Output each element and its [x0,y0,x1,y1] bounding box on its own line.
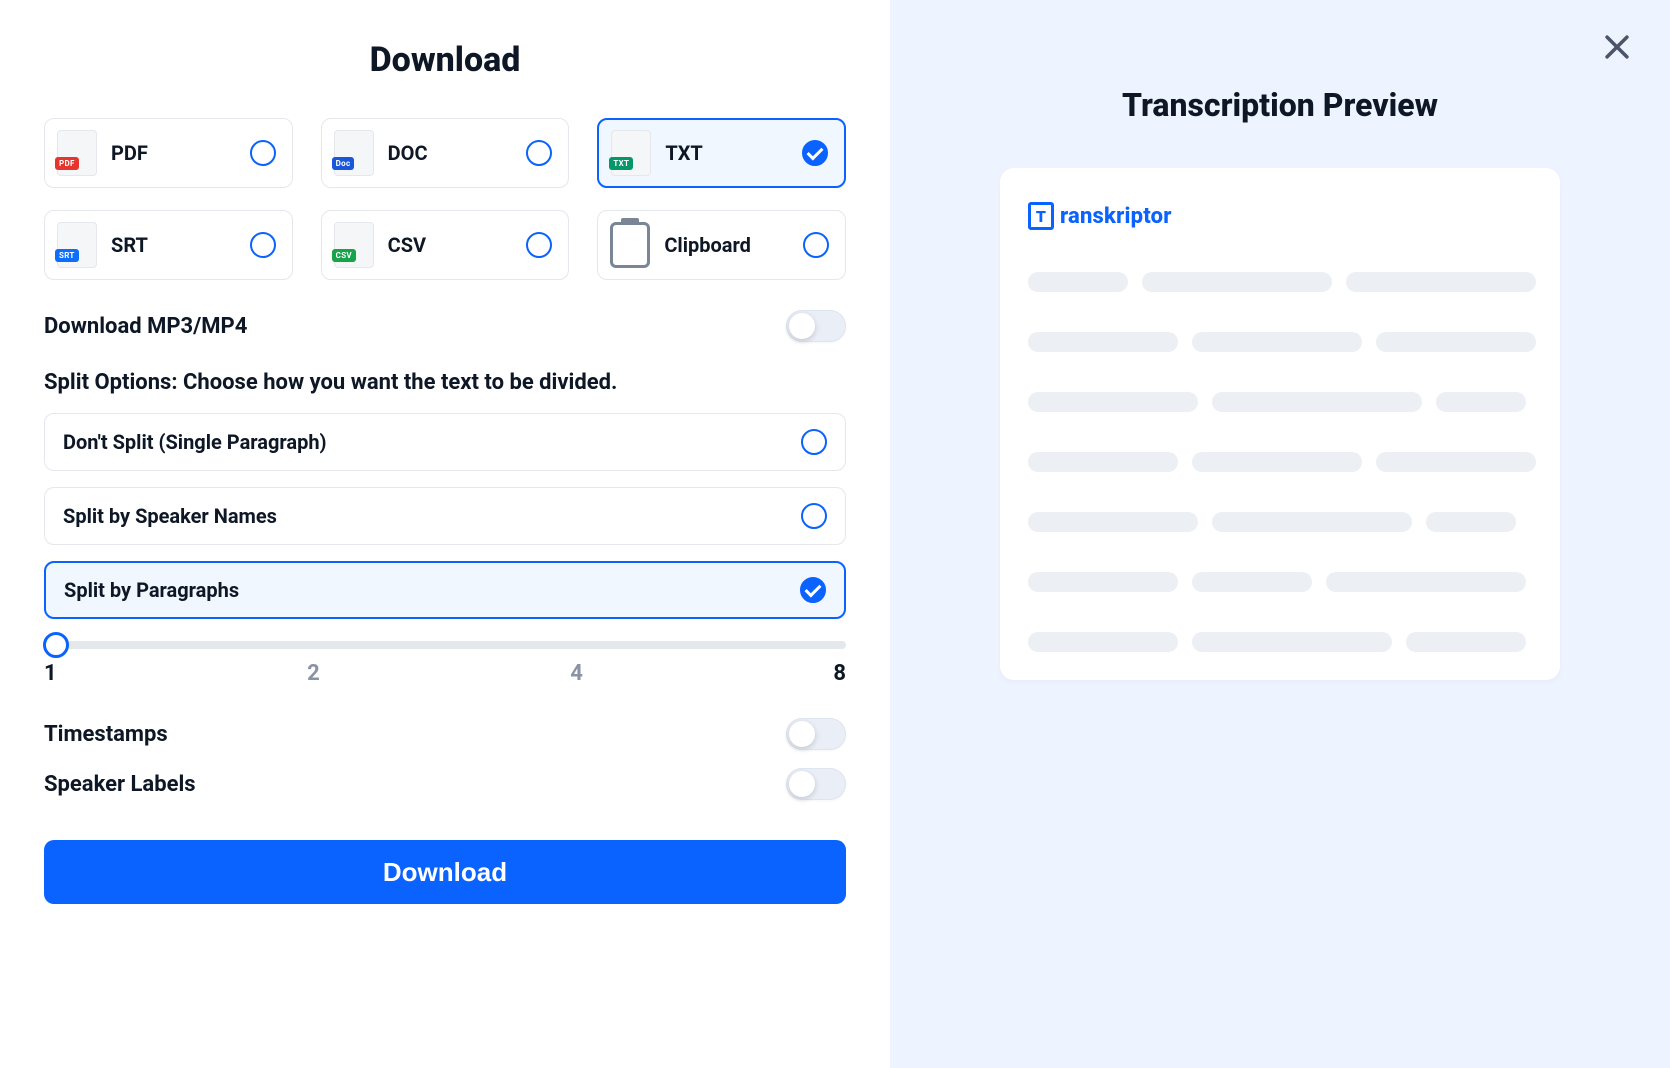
transkriptor-logo: T ranskriptor [1028,202,1532,230]
radio-indicator [800,577,826,603]
format-label: DOC [388,141,527,165]
format-grid: PDF PDF Doc DOC TXT TXT SRT SRT [44,118,846,280]
doc-file-icon: Doc [334,130,374,176]
split-option-dont-split[interactable]: Don't Split (Single Paragraph) [44,413,846,471]
split-option-label: Don't Split (Single Paragraph) [63,430,327,454]
slider-tick: 4 [570,661,583,686]
srt-file-icon: SRT [57,222,97,268]
timestamps-toggle[interactable] [786,718,846,750]
radio-indicator [803,232,829,258]
format-label: Clipboard [664,233,803,257]
mp3-toggle-label: Download MP3/MP4 [44,314,247,339]
preview-title: Transcription Preview [1122,86,1438,124]
format-label: PDF [111,141,250,165]
brand-text: ranskriptor [1060,204,1172,229]
slider-tick: 2 [307,661,320,686]
format-option-doc[interactable]: Doc DOC [321,118,570,188]
format-option-pdf[interactable]: PDF PDF [44,118,293,188]
clipboard-icon [610,222,650,268]
format-option-srt[interactable]: SRT SRT [44,210,293,280]
paragraph-slider: 1 2 4 8 [44,641,846,686]
format-label: SRT [111,233,250,257]
split-option-by-speaker[interactable]: Split by Speaker Names [44,487,846,545]
radio-indicator [250,232,276,258]
slider-thumb[interactable] [43,632,69,658]
split-option-label: Split by Speaker Names [63,504,277,528]
slider-ticks: 1 2 4 8 [44,661,846,686]
mp3-toggle[interactable] [786,310,846,342]
format-option-txt[interactable]: TXT TXT [597,118,846,188]
split-option-by-paragraphs[interactable]: Split by Paragraphs [44,561,846,619]
logo-icon: T [1028,202,1054,230]
close-icon[interactable] [1600,30,1634,64]
preview-panel: Transcription Preview T ranskriptor [890,0,1670,1068]
csv-file-icon: CSV [334,222,374,268]
radio-indicator [250,140,276,166]
speakerlabels-toggle-row: Speaker Labels [44,768,846,800]
radio-indicator [801,503,827,529]
split-options-label: Split Options: Choose how you want the t… [44,370,846,395]
mp3-toggle-row: Download MP3/MP4 [44,310,846,342]
timestamps-label: Timestamps [44,722,168,747]
format-label: CSV [388,233,527,257]
radio-indicator [526,232,552,258]
slider-tick: 8 [833,661,846,686]
slider-tick: 1 [44,661,57,686]
radio-indicator [801,429,827,455]
speakerlabels-toggle[interactable] [786,768,846,800]
split-option-label: Split by Paragraphs [64,578,239,602]
format-label: TXT [665,141,802,165]
download-button[interactable]: Download [44,840,846,904]
download-title: Download [44,40,846,80]
download-panel: Download PDF PDF Doc DOC TXT TXT [0,0,890,1068]
pdf-file-icon: PDF [57,130,97,176]
preview-card: T ranskriptor [1000,168,1560,680]
format-option-csv[interactable]: CSV CSV [321,210,570,280]
slider-track[interactable] [44,641,846,649]
txt-file-icon: TXT [611,130,651,176]
format-option-clipboard[interactable]: Clipboard [597,210,846,280]
speakerlabels-label: Speaker Labels [44,772,196,797]
preview-skeleton [1028,272,1532,652]
timestamps-toggle-row: Timestamps [44,718,846,750]
radio-indicator [802,140,828,166]
radio-indicator [526,140,552,166]
split-options: Don't Split (Single Paragraph) Split by … [44,413,846,619]
